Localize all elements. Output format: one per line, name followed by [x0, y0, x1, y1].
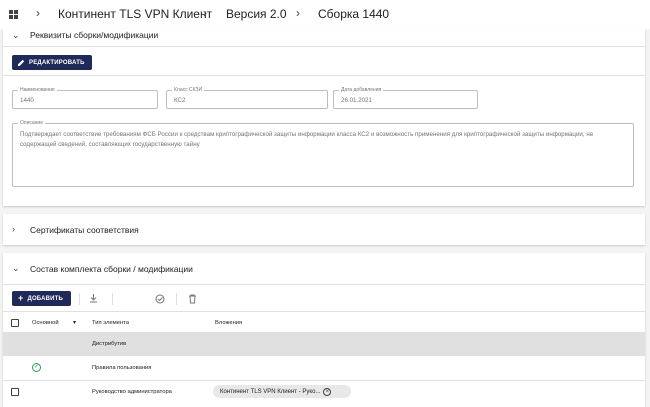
toolbar-separator	[79, 293, 80, 305]
certificates-card[interactable]: › Сертификаты соответствия	[3, 214, 645, 245]
download-icon[interactable]	[89, 294, 98, 303]
description-field-value: Подтверждает соответствие требованиям ФС…	[20, 131, 594, 148]
name-field-label: Наименование	[18, 87, 57, 93]
plus-icon: +	[18, 293, 24, 303]
top-bar: › Континент TLS VPN Клиент › Версия 2.0 …	[0, 0, 650, 29]
row-type: Руководство администратора	[92, 389, 172, 395]
description-field[interactable]: Описание Подтверждает соответствие требо…	[12, 120, 634, 187]
edit-button[interactable]: РЕДАКТИРОВАТЬ	[12, 55, 92, 70]
class-field-value: КС2	[174, 97, 186, 104]
divider	[3, 75, 645, 76]
column-attachments-header: Вложения	[215, 320, 243, 326]
breadcrumb-version[interactable]: Версия 2.0	[226, 7, 287, 21]
column-type-header: Тип элемента	[92, 320, 129, 326]
sort-arrow-icon[interactable]: ▾	[73, 319, 76, 326]
select-all-checkbox[interactable]	[11, 319, 19, 327]
details-card: ⌄ Реквизиты сборки/модификации РЕДАКТИРО…	[3, 29, 645, 206]
divider	[3, 284, 645, 285]
pencil-icon	[18, 59, 25, 66]
breadcrumb-product[interactable]: Континент TLS VPN Клиент	[58, 7, 212, 21]
date-field[interactable]: Дата добавления 26.01.2021	[333, 87, 478, 109]
chevron-right-icon[interactable]: ›	[12, 224, 15, 234]
chevron-down-icon[interactable]: ⌄	[12, 30, 20, 41]
description-field-label: Описание	[18, 120, 46, 126]
breadcrumb-chevron-icon: ›	[36, 6, 40, 20]
breadcrumb-chevron-icon: ›	[203, 6, 207, 20]
edit-button-label: РЕДАКТИРОВАТЬ	[29, 59, 85, 66]
details-header[interactable]: ⌄ Реквизиты сборки/модификации	[3, 29, 645, 43]
table-row[interactable]: ✓ Правила пользования	[3, 356, 645, 380]
column-main-header[interactable]: Основной	[32, 320, 59, 326]
name-field-value: 1440	[20, 97, 34, 104]
toolbar-separator	[176, 293, 177, 305]
breadcrumb-chevron-icon: ›	[296, 6, 300, 20]
row-type: Правила пользования	[92, 365, 152, 371]
add-button-label: ДОБАВИТЬ	[27, 295, 64, 302]
date-field-label: Дата добавления	[339, 87, 384, 93]
row-checkbox[interactable]	[11, 388, 19, 396]
kit-card: ⌄ Состав комплекта сборки / модификации …	[3, 253, 645, 407]
certificates-title: Сертификаты соответствия	[30, 225, 139, 235]
name-field[interactable]: Наименование 1440	[12, 87, 158, 109]
chevron-down-icon[interactable]: ⌄	[12, 263, 20, 274]
toolbar-separator	[112, 293, 113, 305]
divider	[3, 46, 645, 47]
trash-icon[interactable]	[188, 294, 197, 304]
check-circle-icon: ✓	[32, 363, 41, 372]
details-title: Реквизиты сборки/модификации	[30, 30, 159, 40]
table-row[interactable]: Дистрибутив	[3, 333, 645, 355]
divider	[3, 311, 645, 312]
attachment-chip[interactable]: Континент TLS VPN Клиент - Руко... ×	[213, 385, 351, 398]
close-icon[interactable]: ×	[323, 387, 332, 396]
check-circle-icon[interactable]	[155, 294, 165, 304]
table-row[interactable]: Руководство администратора Континент TLS…	[3, 381, 645, 405]
class-field[interactable]: Класс СКЗИ КС2	[166, 87, 328, 109]
apps-grid-icon[interactable]	[9, 10, 18, 19]
breadcrumb-build: Сборка 1440	[318, 7, 390, 21]
date-field-value: 26.01.2021	[341, 97, 372, 104]
row-type: Дистрибутив	[92, 341, 127, 347]
class-field-label: Класс СКЗИ	[172, 87, 205, 93]
add-button[interactable]: + ДОБАВИТЬ	[12, 291, 71, 306]
attachment-chip-label: Континент TLS VPN Клиент - Руко...	[220, 388, 321, 395]
kit-title: Состав комплекта сборки / модификации	[30, 264, 193, 274]
